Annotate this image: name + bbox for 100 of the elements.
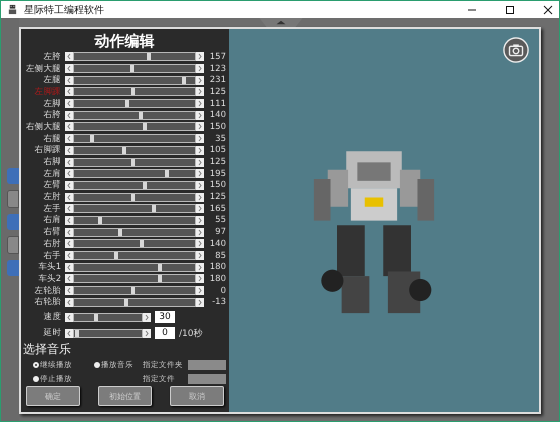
joint-label[interactable]: 左腿	[23, 74, 61, 86]
slider-track[interactable]	[64, 110, 204, 120]
slider-thumb[interactable]	[122, 146, 126, 154]
slider-thumb[interactable]	[147, 53, 152, 60]
radio-dot[interactable]	[33, 362, 39, 368]
chevron-right-icon[interactable]	[196, 122, 204, 132]
joint-label[interactable]: 左胯	[23, 50, 61, 63]
chevron-right-icon[interactable]	[143, 312, 151, 322]
slider-thumb[interactable]	[131, 158, 136, 166]
chevron-right-icon[interactable]	[196, 251, 204, 260]
chevron-left-icon[interactable]	[64, 298, 73, 307]
joint-label[interactable]: 右手	[23, 250, 61, 262]
chevron-left-icon[interactable]	[64, 251, 73, 260]
joint-label[interactable]: 右轮胎	[23, 296, 61, 308]
chevron-right-icon[interactable]	[196, 239, 204, 248]
chevron-left-icon[interactable]	[64, 274, 73, 284]
slider-thumb[interactable]	[125, 100, 130, 108]
collapse-tab-icon[interactable]	[257, 18, 305, 27]
slider-track[interactable]	[65, 328, 151, 338]
chevron-right-icon[interactable]	[196, 216, 204, 225]
chevron-left-icon[interactable]	[64, 239, 73, 248]
maximize-icon[interactable]	[505, 4, 515, 14]
joint-label[interactable]: 左肩	[23, 168, 61, 180]
chevron-left-icon[interactable]	[64, 228, 73, 237]
slider-thumb[interactable]	[131, 287, 136, 294]
slider-track[interactable]	[64, 251, 204, 260]
slider-thumb[interactable]	[152, 205, 156, 212]
slider-track[interactable]	[64, 52, 204, 62]
slider-track[interactable]	[64, 298, 204, 307]
chevron-right-icon[interactable]	[196, 169, 204, 178]
slider-track[interactable]	[64, 216, 204, 225]
chevron-left-icon[interactable]	[65, 328, 73, 338]
slider-thumb[interactable]	[158, 264, 162, 271]
joint-label[interactable]: 右腿	[23, 132, 61, 145]
chevron-left-icon[interactable]	[64, 216, 73, 225]
joint-label[interactable]: 右肘	[23, 238, 61, 250]
chevron-right-icon[interactable]	[196, 192, 204, 202]
slider-thumb[interactable]	[124, 298, 128, 306]
slider-track[interactable]	[64, 122, 204, 132]
chevron-right-icon[interactable]	[196, 204, 204, 214]
slider-track[interactable]	[64, 274, 204, 284]
slider-track[interactable]	[64, 204, 204, 214]
radio-dot[interactable]	[33, 376, 39, 382]
slider-thumb[interactable]	[143, 123, 148, 130]
chevron-right-icon[interactable]	[196, 286, 204, 296]
number-field[interactable]: 0	[155, 327, 175, 340]
slider-thumb[interactable]	[75, 330, 80, 337]
slider-thumb[interactable]	[140, 240, 144, 248]
chevron-right-icon[interactable]	[196, 76, 204, 85]
slider-track[interactable]	[64, 87, 204, 96]
chevron-left-icon[interactable]	[64, 52, 73, 62]
slider-track[interactable]	[64, 239, 204, 248]
chevron-right-icon[interactable]	[196, 134, 204, 144]
slider-thumb[interactable]	[130, 65, 134, 72]
slider-thumb[interactable]	[138, 112, 143, 119]
chevron-right-icon[interactable]	[196, 180, 204, 190]
chevron-left-icon[interactable]	[64, 180, 73, 190]
slider-thumb[interactable]	[118, 228, 122, 236]
slider-track[interactable]	[64, 64, 204, 74]
slider-track[interactable]	[64, 286, 204, 296]
chevron-left-icon[interactable]	[64, 64, 73, 74]
chevron-right-icon[interactable]	[196, 87, 204, 96]
slider-track[interactable]	[65, 312, 151, 322]
chevron-left-icon[interactable]	[64, 158, 73, 167]
file-field[interactable]	[188, 374, 226, 384]
slider-thumb[interactable]	[158, 275, 162, 282]
chevron-right-icon[interactable]	[196, 52, 204, 62]
chevron-left-icon[interactable]	[64, 192, 73, 202]
joint-label[interactable]: 左侧大腿	[23, 62, 61, 75]
joint-label[interactable]: 左手	[23, 202, 61, 215]
chevron-left-icon[interactable]	[64, 99, 73, 108]
chevron-left-icon[interactable]	[64, 262, 73, 272]
joint-label[interactable]: 右臂	[23, 226, 61, 238]
slider-thumb[interactable]	[165, 170, 170, 178]
slider-thumb[interactable]	[114, 252, 118, 260]
slider-thumb[interactable]	[90, 135, 94, 142]
slider-track[interactable]	[64, 158, 204, 167]
chevron-right-icon[interactable]	[196, 228, 204, 237]
joint-label[interactable]: 右脚踝	[23, 144, 61, 156]
folder-field[interactable]	[188, 360, 226, 370]
camera-icon[interactable]	[503, 37, 529, 63]
slider-track[interactable]	[64, 146, 204, 155]
slider-thumb[interactable]	[131, 88, 136, 96]
joint-label[interactable]: 左臂	[23, 179, 61, 192]
slider-track[interactable]	[64, 76, 204, 85]
slider-track[interactable]	[64, 169, 204, 178]
joint-label[interactable]: 车头1	[23, 261, 61, 274]
chevron-right-icon[interactable]	[196, 110, 204, 120]
number-field[interactable]: 30	[155, 311, 175, 324]
slider-thumb[interactable]	[94, 314, 98, 321]
chevron-right-icon[interactable]	[196, 262, 204, 272]
slider-thumb[interactable]	[143, 182, 148, 189]
chevron-right-icon[interactable]	[143, 328, 151, 338]
joint-label[interactable]: 车头2	[23, 272, 61, 285]
slider-thumb[interactable]	[98, 216, 102, 224]
joint-label[interactable]: 左轮胎	[23, 284, 61, 297]
slider-track[interactable]	[64, 180, 204, 190]
slider-thumb[interactable]	[182, 76, 186, 84]
chevron-left-icon[interactable]	[64, 134, 73, 144]
slider-track[interactable]	[64, 192, 204, 202]
